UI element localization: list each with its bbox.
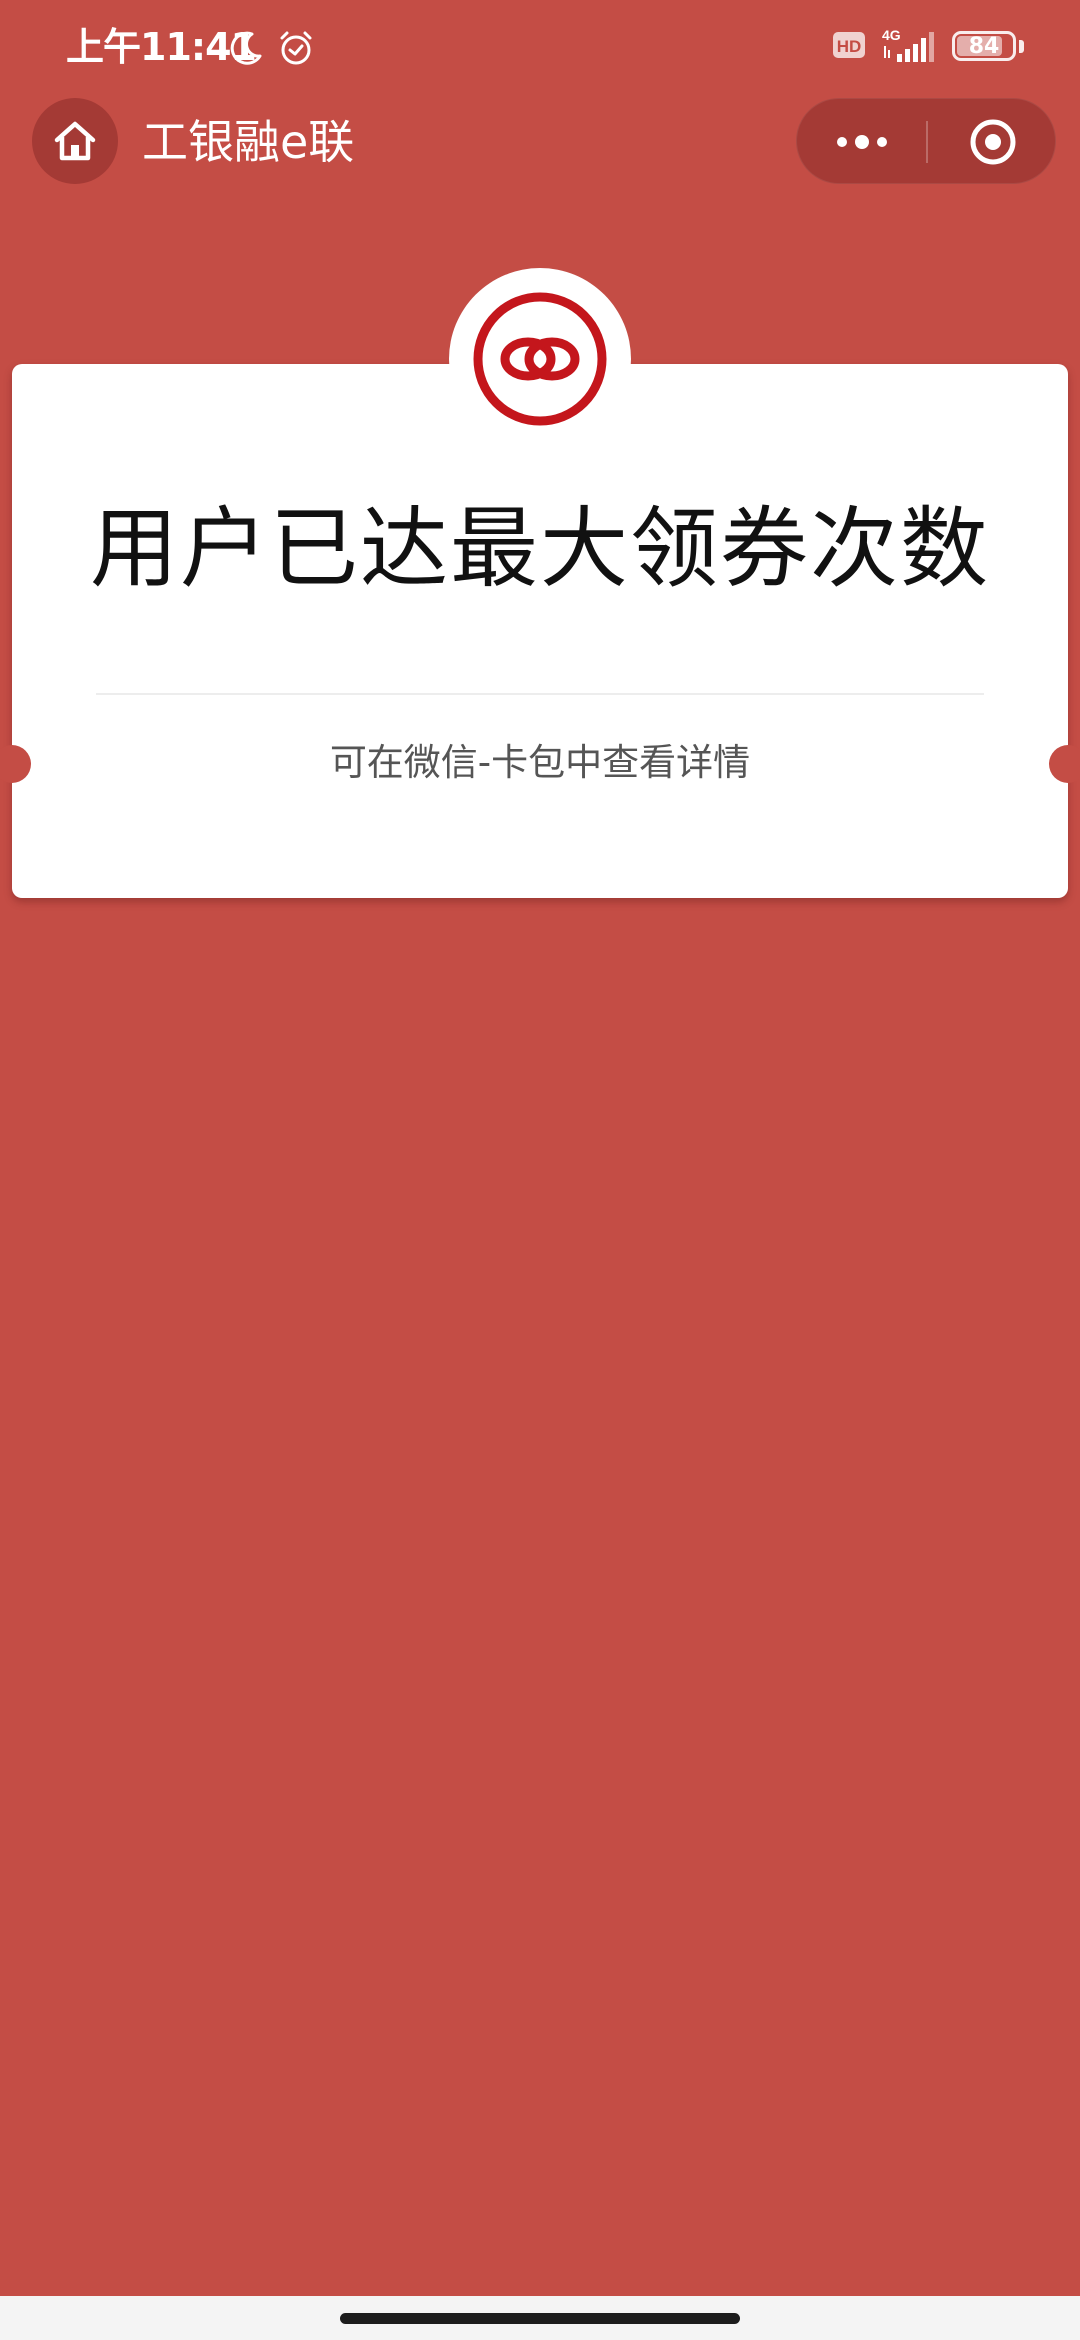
logo-badge bbox=[449, 268, 631, 450]
battery-level: 84 bbox=[968, 34, 1000, 59]
signal-icon: 4G bbox=[880, 26, 940, 70]
moon-icon bbox=[226, 28, 266, 72]
svg-text:4G: 4G bbox=[882, 27, 901, 43]
home-indicator[interactable] bbox=[340, 2313, 740, 2324]
screen: 上午11:41 HD 4G 84 工银融e联 用户已达最大领券次数 可在微信-卡… bbox=[0, 0, 1080, 2340]
more-dots-icon bbox=[836, 135, 887, 149]
alarm-icon bbox=[276, 28, 316, 72]
page-title: 工银融e联 bbox=[142, 115, 355, 169]
battery-icon: 84 bbox=[952, 31, 1016, 61]
icbc-rings-logo-icon bbox=[473, 292, 607, 426]
close-mini-program-button[interactable] bbox=[928, 99, 1057, 185]
target-close-icon bbox=[970, 119, 1015, 165]
result-title: 用户已达最大领券次数 bbox=[89, 497, 990, 600]
mini-program-capsule bbox=[796, 98, 1056, 184]
home-button[interactable] bbox=[32, 98, 118, 184]
status-bar: 上午11:41 HD 4G 84 bbox=[0, 0, 1080, 96]
card-divider bbox=[96, 693, 984, 695]
result-subtitle: 可在微信-卡包中查看详情 bbox=[329, 741, 751, 784]
home-icon bbox=[54, 121, 96, 161]
svg-text:HD: HD bbox=[837, 37, 862, 56]
hd-icon: HD bbox=[832, 30, 866, 64]
more-button[interactable] bbox=[797, 99, 926, 185]
battery-tip bbox=[1019, 40, 1024, 53]
